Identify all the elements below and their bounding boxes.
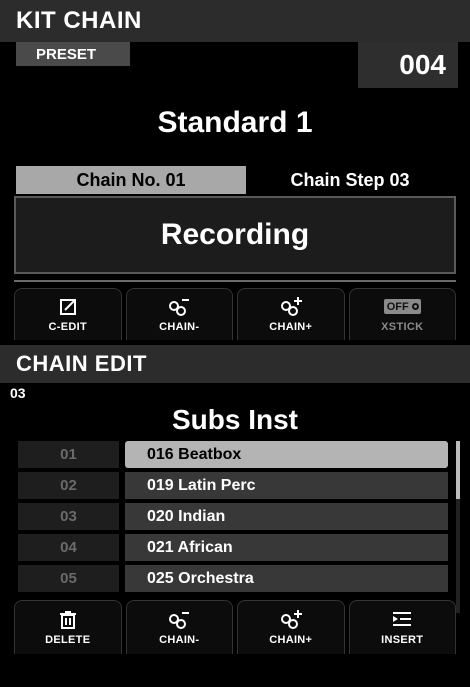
chain-minus-label: CHAIN- [159,320,200,333]
screen-title: CHAIN EDIT [0,345,470,383]
chain-minus-button[interactable]: CHAIN- [125,600,233,654]
list-item[interactable]: 05 025 Orchestra [18,565,460,592]
chain-plus-label: CHAIN+ [269,633,313,646]
function-bar: C-EDIT CHAIN- CHAIN+ OFF XSTICK [0,288,470,340]
row-number: 03 [18,503,119,530]
chain-plus-icon [278,609,304,630]
xstick-toggle: OFF [383,297,421,317]
chain-plus-icon [278,296,304,317]
insert-button[interactable]: INSERT [348,600,456,654]
row-number: 02 [18,472,119,499]
list-scrollbar[interactable] [456,441,460,613]
chain-number[interactable]: Chain No. 01 [16,166,246,194]
row-number: 05 [18,565,119,592]
delete-label: DELETE [45,633,91,646]
row-kit-name: 016 Beatbox [125,441,448,468]
list-item[interactable]: 04 021 African [18,534,460,561]
chain-list: 01 016 Beatbox 02 019 Latin Perc 03 020 … [18,441,460,613]
edit-icon [55,297,81,317]
xstick-button[interactable]: OFF XSTICK [348,288,456,340]
screen-title: KIT CHAIN [0,0,470,42]
chain-minus-button[interactable]: CHAIN- [125,288,233,340]
list-item[interactable]: 03 020 Indian [18,503,460,530]
preset-row: PRESET 004 [0,42,470,88]
row-kit-name: 025 Orchestra [125,565,448,592]
preset-label: PRESET [16,42,130,66]
chain-edit-screen: CHAIN EDIT 03 Subs Inst 01 016 Beatbox 0… [0,345,470,687]
trash-icon [55,610,81,630]
kit-name: Standard 1 [157,106,313,139]
chain-step[interactable]: Chain Step 03 [246,166,454,194]
chain-plus-label: CHAIN+ [269,320,313,333]
row-number: 01 [18,441,119,468]
insert-icon [389,610,415,630]
row-number: 04 [18,534,119,561]
list-item[interactable]: 02 019 Latin Perc [18,472,460,499]
chain-plus-button[interactable]: CHAIN+ [237,600,345,654]
chain-minus-label: CHAIN- [159,633,200,646]
chain-info-bar: Chain No. 01 Chain Step 03 [16,166,454,194]
step-number: 03 [10,385,26,401]
xstick-label: XSTICK [381,320,424,333]
instrument-title: Subs Inst [171,404,298,435]
divider [14,280,456,282]
scrollbar-thumb[interactable] [456,441,460,499]
row-kit-name: 021 African [125,534,448,561]
c-edit-button[interactable]: C-EDIT [14,288,122,340]
chain-minus-icon [166,610,192,630]
function-bar: DELETE CHAIN- CHAIN+ INSERT [0,600,470,654]
chain-plus-button[interactable]: CHAIN+ [237,288,345,340]
xstick-state: OFF [386,300,409,313]
list-item[interactable]: 01 016 Beatbox [18,441,460,468]
c-edit-label: C-EDIT [48,320,87,333]
delete-button[interactable]: DELETE [14,600,122,654]
chain-minus-icon [166,297,192,317]
row-kit-name: 019 Latin Perc [125,472,448,499]
recording-status: Recording [14,196,456,274]
insert-label: INSERT [381,633,424,646]
preset-number[interactable]: 004 [358,42,458,88]
toggle-off-icon: OFF [383,299,421,314]
kit-chain-screen: KIT CHAIN PRESET 004 Standard 1 Chain No… [0,0,470,342]
row-kit-name: 020 Indian [125,503,448,530]
